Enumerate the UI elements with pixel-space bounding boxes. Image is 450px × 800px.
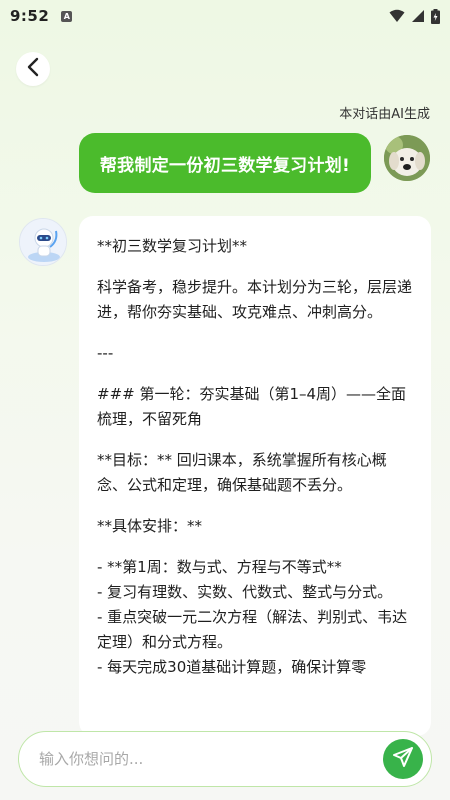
message-paragraph: **具体安排：** — [97, 517, 203, 535]
message-paragraph: - 复习有理数、实数、代数式、整式与分式。 — [97, 583, 393, 601]
assistant-message-card: **初三数学复习计划** 科学备考，稳步提升。本计划分为三轮，层层递进，帮你夯实… — [79, 216, 431, 736]
message-paragraph: - 每天完成30道基础计算题，确保计算零 — [97, 658, 367, 676]
message-paragraph: - 重点突破一元二次方程（解法、判别式、韦达定理）和分式方程。 — [97, 608, 408, 651]
user-avatar — [384, 135, 430, 181]
chat-input[interactable] — [39, 750, 383, 768]
battery-icon — [431, 8, 440, 24]
back-button[interactable] — [16, 52, 50, 86]
message-paragraph: --- — [97, 344, 114, 362]
message-paragraph: **初三数学复习计划** — [97, 237, 248, 255]
message-paragraph: 科学备考，稳步提升。本计划分为三轮，层层递进，帮你夯实基础、攻克难点、冲刺高分。 — [97, 278, 413, 321]
app-notification-icon: A — [61, 10, 73, 22]
signal-icon — [411, 9, 425, 23]
message-paragraph: **目标：** 回归课本，系统掌握所有核心概念、公式和定理，确保基础题不丢分。 — [97, 451, 387, 494]
ai-generated-note: 本对话由AI生成 — [339, 107, 430, 122]
message-paragraph: - **第1周：数与式、方程与不等式** — [97, 558, 342, 576]
chat-input-bar — [18, 731, 432, 787]
wifi-icon — [389, 9, 405, 23]
send-icon — [392, 746, 414, 772]
send-button[interactable] — [383, 739, 423, 779]
assistant-avatar — [19, 218, 67, 266]
status-icons — [389, 8, 440, 24]
user-message-bubble: 帮我制定一份初三数学复习计划! — [79, 133, 371, 193]
chevron-left-icon — [26, 57, 40, 81]
status-bar: 9:52 A — [0, 0, 450, 32]
message-paragraph: ### 第一轮：夯实基础（第1–4周）——全面梳理，不留死角 — [97, 385, 407, 428]
status-time: 9:52 — [10, 7, 50, 25]
